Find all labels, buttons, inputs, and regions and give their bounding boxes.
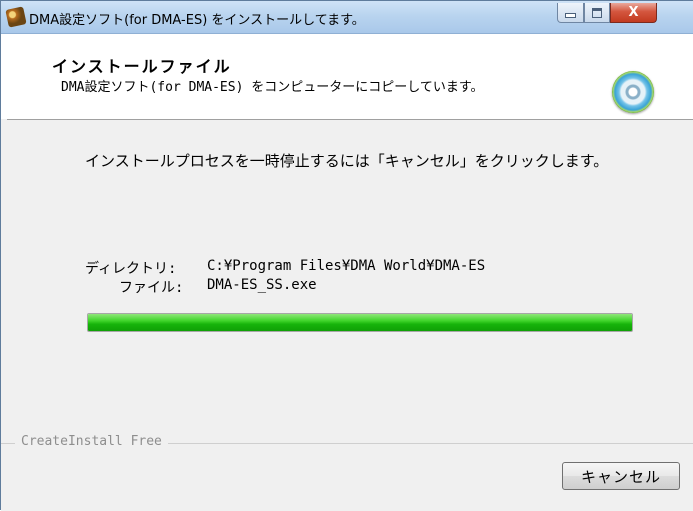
progress-fill [88,314,632,331]
directory-label: ディレクトリ: [85,261,177,277]
instruction-text: インストールプロセスを一時停止するには「キャンセル」をクリックします。 [85,152,609,170]
app-icon [5,6,27,28]
wizard-header [1,34,693,120]
left-edge [1,119,7,511]
maximize-icon [592,7,602,18]
minimize-icon [565,13,576,18]
file-label: ファイル: [119,280,184,296]
cancel-button[interactable]: キャンセル [562,462,680,490]
close-icon: X [628,5,639,20]
window-title: DMA設定ソフト(for DMA-ES) をインストールしてます。 [29,13,365,28]
maximize-button[interactable] [584,3,610,23]
close-button[interactable]: X [610,3,657,23]
installer-window: DMA設定ソフト(for DMA-ES) をインストールしてます。 X インスト… [0,0,693,511]
page-description: DMA設定ソフト(for DMA-ES) をコンピューターにコピーしています。 [61,80,484,95]
file-value: DMA-ES_SS.exe [207,277,317,293]
page-title: インストールファイル [52,57,232,76]
directory-value: C:¥Program Files¥DMA World¥DMA-ES [207,258,486,274]
brand-label: CreateInstall Free [15,434,168,449]
progress-bar [87,313,633,332]
cd-install-icon [612,71,654,113]
minimize-button[interactable] [557,3,584,23]
title-bar[interactable]: DMA設定ソフト(for DMA-ES) をインストールしてます。 X [1,1,693,34]
